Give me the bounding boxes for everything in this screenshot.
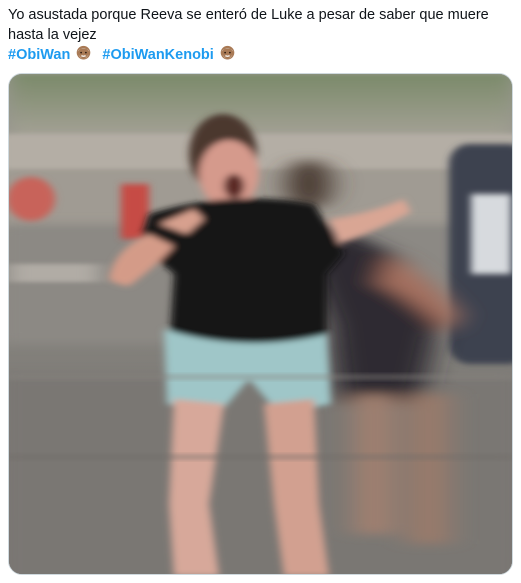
old-man-emoji-icon bbox=[77, 45, 91, 60]
hashtag-obiwankenobi[interactable]: #ObiWanKenobi bbox=[102, 47, 213, 63]
tweet-card: Yo asustada porque Reeva se enteró de Lu… bbox=[0, 0, 521, 583]
tweet-media-photo[interactable] bbox=[8, 73, 513, 575]
old-man-emoji-icon bbox=[220, 45, 235, 60]
tweet-text-line-2: hasta la vejez bbox=[8, 27, 97, 43]
hashtag-obiwan[interactable]: #ObiWan bbox=[8, 47, 70, 63]
hashtag-row: #ObiWan #ObiWanKenobi bbox=[8, 45, 508, 65]
tweet-text-line-1: Yo asustada porque Reeva se enteró de Lu… bbox=[8, 7, 489, 23]
meme-photo bbox=[9, 74, 512, 574]
tweet-text: Yo asustada porque Reeva se enteró de Lu… bbox=[8, 5, 508, 65]
